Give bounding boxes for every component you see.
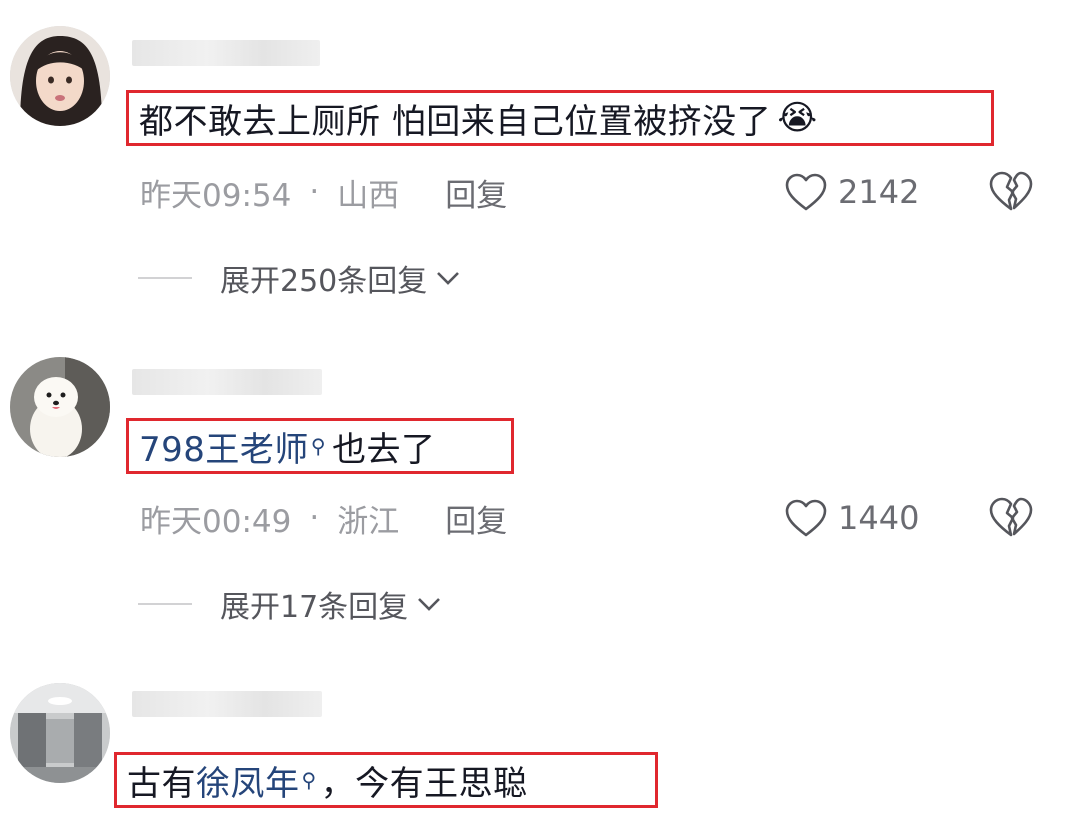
like-count: 1440 bbox=[838, 499, 920, 537]
comment-time: 昨天09:54 bbox=[140, 177, 292, 214]
expand-replies-label: 展开17条回复 bbox=[220, 590, 409, 625]
like-button[interactable]: 2142 bbox=[784, 170, 919, 214]
username-blurred[interactable] bbox=[132, 369, 322, 395]
comment-meta: 昨天09:54 · 山西 回复 bbox=[140, 170, 507, 215]
avatar[interactable] bbox=[10, 357, 110, 457]
comment-text-box: 798王老师 ⚲ 也去了 bbox=[126, 418, 514, 474]
comment-text: 也去了 bbox=[332, 429, 436, 470]
crying-emoji: 😭 bbox=[777, 98, 818, 138]
username-blurred[interactable] bbox=[132, 691, 322, 717]
dislike-button[interactable] bbox=[988, 496, 1036, 540]
reply-button[interactable]: 回复 bbox=[445, 496, 507, 541]
expand-replies[interactable]: 展开250条回复 bbox=[138, 258, 461, 299]
divider-line bbox=[138, 277, 192, 279]
broken-heart-icon bbox=[989, 171, 1033, 211]
meta-separator: · bbox=[309, 500, 320, 536]
comment-text-before: 古有 bbox=[127, 763, 196, 804]
dislike-button[interactable] bbox=[988, 170, 1036, 214]
comment-location: 山西 bbox=[337, 177, 400, 214]
search-icon: ⚲ bbox=[310, 434, 327, 458]
expand-replies-label: 展开250条回复 bbox=[220, 264, 428, 299]
heart-outline-icon bbox=[785, 173, 827, 211]
like-count: 2142 bbox=[838, 173, 920, 211]
search-icon: ⚲ bbox=[301, 768, 317, 792]
comment-text-box: 都不敢去上厕所 怕回来自己位置被挤没了 😭 bbox=[126, 90, 994, 146]
heart-outline-icon bbox=[785, 499, 827, 537]
reply-button[interactable]: 回复 bbox=[445, 170, 507, 215]
mention-link[interactable]: 798王老师 bbox=[139, 422, 309, 471]
comment-time: 昨天00:49 bbox=[140, 503, 292, 540]
comment-meta: 昨天00:49 · 浙江 回复 bbox=[140, 496, 507, 541]
comment-text: ，今有王思聪 bbox=[320, 763, 528, 804]
comment-location: 浙江 bbox=[337, 503, 400, 540]
chevron-down-icon bbox=[418, 598, 441, 611]
comment-text-box: 古有 徐凤年 ⚲ ，今有王思聪 bbox=[114, 752, 658, 808]
expand-replies[interactable]: 展开17条回复 bbox=[138, 584, 442, 625]
avatar[interactable] bbox=[10, 683, 110, 783]
mention-link[interactable]: 徐凤年 bbox=[196, 756, 300, 805]
divider-line bbox=[138, 603, 192, 605]
avatar[interactable] bbox=[10, 26, 110, 126]
meta-separator: · bbox=[309, 174, 320, 210]
comment-text: 都不敢去上厕所 怕回来自己位置被挤没了 bbox=[139, 101, 772, 142]
broken-heart-icon bbox=[989, 497, 1033, 537]
like-button[interactable]: 1440 bbox=[784, 496, 919, 540]
username-blurred[interactable] bbox=[132, 40, 320, 66]
chevron-down-icon bbox=[437, 272, 460, 285]
